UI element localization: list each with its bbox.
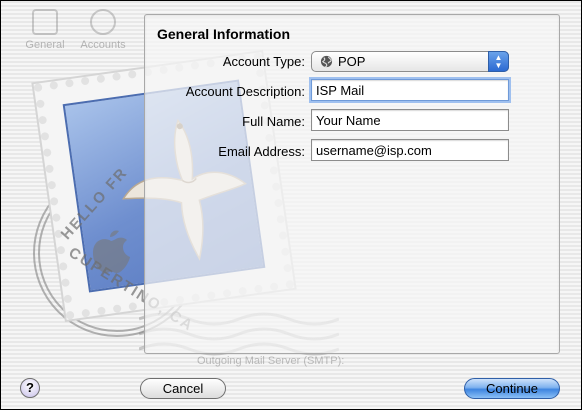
email-address-label: Email Address:: [218, 144, 305, 159]
toolbar-general-label: General: [25, 39, 65, 51]
popup-arrows-icon: ▲ ▼: [488, 51, 509, 72]
general-icon: [32, 9, 58, 35]
general-information-panel: General Information Account Type: POP ▲ ▼…: [144, 14, 560, 354]
full-name-label: Full Name:: [242, 114, 305, 129]
cancel-button[interactable]: Cancel: [140, 378, 226, 399]
account-type-value: POP: [338, 54, 366, 69]
setup-assistant-window: General Accounts HELLO FR CUPERTINO, CA: [0, 0, 582, 410]
help-button[interactable]: ?: [20, 378, 40, 398]
panel-title: General Information: [157, 26, 291, 42]
account-type-popup[interactable]: POP ▲ ▼: [311, 51, 509, 72]
toolbar-accounts: Accounts: [73, 9, 133, 51]
continue-button[interactable]: Continue: [464, 378, 560, 399]
accounts-icon: [90, 9, 116, 35]
background-outgoing-label: Outgoing Mail Server (SMTP):: [197, 355, 345, 367]
toolbar-accounts-label: Accounts: [80, 39, 126, 51]
account-description-field[interactable]: [311, 79, 509, 101]
email-address-field[interactable]: [311, 139, 509, 161]
account-type-label: Account Type:: [222, 54, 305, 69]
globe-icon: [320, 55, 333, 68]
account-description-label: Account Description:: [185, 84, 305, 99]
toolbar-general: General: [15, 9, 75, 51]
full-name-field[interactable]: [311, 109, 509, 131]
